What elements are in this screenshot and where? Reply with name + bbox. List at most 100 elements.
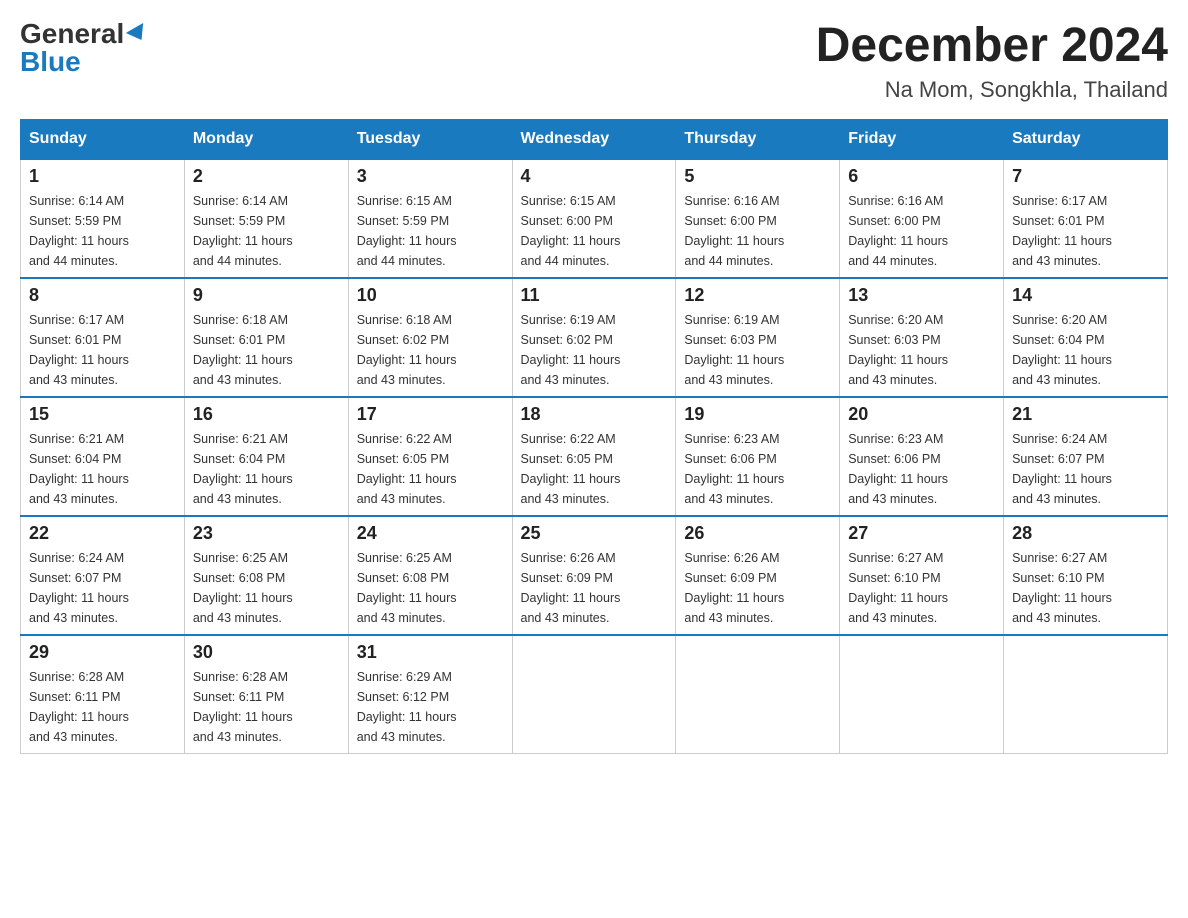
day-number: 9 bbox=[193, 285, 340, 306]
calendar-table: SundayMondayTuesdayWednesdayThursdayFrid… bbox=[20, 119, 1168, 754]
week-row-1: 1 Sunrise: 6:14 AMSunset: 5:59 PMDaylight… bbox=[21, 159, 1168, 278]
calendar-cell: 1 Sunrise: 6:14 AMSunset: 5:59 PMDaylight… bbox=[21, 159, 185, 278]
day-number: 15 bbox=[29, 404, 176, 425]
day-info: Sunrise: 6:28 AMSunset: 6:11 PMDaylight:… bbox=[29, 667, 176, 747]
day-info: Sunrise: 6:17 AMSunset: 6:01 PMDaylight:… bbox=[1012, 191, 1159, 271]
day-info: Sunrise: 6:25 AMSunset: 6:08 PMDaylight:… bbox=[357, 548, 504, 628]
day-number: 1 bbox=[29, 166, 176, 187]
logo-arrow-icon bbox=[126, 23, 150, 45]
page-header: General Blue December 2024 Na Mom, Songk… bbox=[20, 20, 1168, 103]
calendar-cell: 10Sunrise: 6:18 AMSunset: 6:02 PMDayligh… bbox=[348, 278, 512, 397]
day-number: 19 bbox=[684, 404, 831, 425]
calendar-cell bbox=[840, 635, 1004, 754]
day-number: 22 bbox=[29, 523, 176, 544]
day-number: 16 bbox=[193, 404, 340, 425]
calendar-cell: 30 Sunrise: 6:28 AMSunset: 6:11 PMDayligh… bbox=[184, 635, 348, 754]
day-number: 11 bbox=[521, 285, 668, 306]
day-number: 26 bbox=[684, 523, 831, 544]
calendar-cell: 19 Sunrise: 6:23 AMSunset: 6:06 PMDayligh… bbox=[676, 397, 840, 516]
day-info: Sunrise: 6:17 AMSunset: 6:01 PMDaylight:… bbox=[29, 310, 176, 390]
calendar-cell: 6Sunrise: 6:16 AMSunset: 6:00 PMDaylight… bbox=[840, 159, 1004, 278]
calendar-cell: 20 Sunrise: 6:23 AMSunset: 6:06 PMDayligh… bbox=[840, 397, 1004, 516]
header-tuesday: Tuesday bbox=[348, 119, 512, 159]
calendar-cell: 13 Sunrise: 6:20 AMSunset: 6:03 PMDayligh… bbox=[840, 278, 1004, 397]
calendar-cell: 26 Sunrise: 6:26 AMSunset: 6:09 PMDayligh… bbox=[676, 516, 840, 635]
day-info: Sunrise: 6:19 AMSunset: 6:03 PMDaylight:… bbox=[684, 310, 831, 390]
calendar-cell bbox=[512, 635, 676, 754]
logo: General Blue bbox=[20, 20, 148, 76]
day-number: 30 bbox=[193, 642, 340, 663]
logo-general-text: General bbox=[20, 20, 124, 48]
day-info: Sunrise: 6:14 AMSunset: 5:59 PMDaylight:… bbox=[29, 191, 176, 271]
day-number: 2 bbox=[193, 166, 340, 187]
day-info: Sunrise: 6:20 AMSunset: 6:04 PMDaylight:… bbox=[1012, 310, 1159, 390]
calendar-cell: 7 Sunrise: 6:17 AMSunset: 6:01 PMDaylight… bbox=[1004, 159, 1168, 278]
calendar-cell: 12 Sunrise: 6:19 AMSunset: 6:03 PMDayligh… bbox=[676, 278, 840, 397]
calendar-cell: 5Sunrise: 6:16 AMSunset: 6:00 PMDaylight… bbox=[676, 159, 840, 278]
header-thursday: Thursday bbox=[676, 119, 840, 159]
calendar-cell bbox=[1004, 635, 1168, 754]
calendar-cell: 22 Sunrise: 6:24 AMSunset: 6:07 PMDayligh… bbox=[21, 516, 185, 635]
calendar-cell: 3 Sunrise: 6:15 AMSunset: 5:59 PMDaylight… bbox=[348, 159, 512, 278]
header-sunday: Sunday bbox=[21, 119, 185, 159]
calendar-cell: 29Sunrise: 6:28 AMSunset: 6:11 PMDayligh… bbox=[21, 635, 185, 754]
week-row-5: 29Sunrise: 6:28 AMSunset: 6:11 PMDayligh… bbox=[21, 635, 1168, 754]
day-info: Sunrise: 6:16 AMSunset: 6:00 PMDaylight:… bbox=[848, 191, 995, 271]
day-number: 27 bbox=[848, 523, 995, 544]
calendar-cell: 16 Sunrise: 6:21 AMSunset: 6:04 PMDayligh… bbox=[184, 397, 348, 516]
day-number: 31 bbox=[357, 642, 504, 663]
title-block: December 2024 Na Mom, Songkhla, Thailand bbox=[816, 20, 1168, 103]
calendar-cell: 9 Sunrise: 6:18 AMSunset: 6:01 PMDaylight… bbox=[184, 278, 348, 397]
week-row-3: 15 Sunrise: 6:21 AMSunset: 6:04 PMDayligh… bbox=[21, 397, 1168, 516]
day-info: Sunrise: 6:15 AMSunset: 6:00 PMDaylight:… bbox=[521, 191, 668, 271]
day-info: Sunrise: 6:22 AMSunset: 6:05 PMDaylight:… bbox=[357, 429, 504, 509]
day-number: 8 bbox=[29, 285, 176, 306]
day-info: Sunrise: 6:24 AMSunset: 6:07 PMDaylight:… bbox=[1012, 429, 1159, 509]
calendar-cell: 14Sunrise: 6:20 AMSunset: 6:04 PMDayligh… bbox=[1004, 278, 1168, 397]
day-number: 28 bbox=[1012, 523, 1159, 544]
day-info: Sunrise: 6:27 AMSunset: 6:10 PMDaylight:… bbox=[848, 548, 995, 628]
day-info: Sunrise: 6:25 AMSunset: 6:08 PMDaylight:… bbox=[193, 548, 340, 628]
day-info: Sunrise: 6:23 AMSunset: 6:06 PMDaylight:… bbox=[684, 429, 831, 509]
day-info: Sunrise: 6:28 AMSunset: 6:11 PMDaylight:… bbox=[193, 667, 340, 747]
day-info: Sunrise: 6:20 AMSunset: 6:03 PMDaylight:… bbox=[848, 310, 995, 390]
day-number: 13 bbox=[848, 285, 995, 306]
day-number: 24 bbox=[357, 523, 504, 544]
calendar-cell: 27 Sunrise: 6:27 AMSunset: 6:10 PMDayligh… bbox=[840, 516, 1004, 635]
day-number: 4 bbox=[521, 166, 668, 187]
header-row: SundayMondayTuesdayWednesdayThursdayFrid… bbox=[21, 119, 1168, 159]
calendar-cell: 17 Sunrise: 6:22 AMSunset: 6:05 PMDayligh… bbox=[348, 397, 512, 516]
logo-blue-text: Blue bbox=[20, 48, 81, 76]
calendar-cell: 31 Sunrise: 6:29 AMSunset: 6:12 PMDayligh… bbox=[348, 635, 512, 754]
month-title: December 2024 bbox=[816, 20, 1168, 73]
calendar-cell: 8 Sunrise: 6:17 AMSunset: 6:01 PMDaylight… bbox=[21, 278, 185, 397]
calendar-cell bbox=[676, 635, 840, 754]
calendar-cell: 24 Sunrise: 6:25 AMSunset: 6:08 PMDayligh… bbox=[348, 516, 512, 635]
day-info: Sunrise: 6:26 AMSunset: 6:09 PMDaylight:… bbox=[684, 548, 831, 628]
week-row-2: 8 Sunrise: 6:17 AMSunset: 6:01 PMDaylight… bbox=[21, 278, 1168, 397]
day-info: Sunrise: 6:24 AMSunset: 6:07 PMDaylight:… bbox=[29, 548, 176, 628]
day-number: 21 bbox=[1012, 404, 1159, 425]
day-number: 3 bbox=[357, 166, 504, 187]
day-info: Sunrise: 6:19 AMSunset: 6:02 PMDaylight:… bbox=[521, 310, 668, 390]
day-number: 12 bbox=[684, 285, 831, 306]
calendar-cell: 4 Sunrise: 6:15 AMSunset: 6:00 PMDaylight… bbox=[512, 159, 676, 278]
day-number: 17 bbox=[357, 404, 504, 425]
header-wednesday: Wednesday bbox=[512, 119, 676, 159]
day-info: Sunrise: 6:18 AMSunset: 6:02 PMDaylight:… bbox=[357, 310, 504, 390]
calendar-cell: 23Sunrise: 6:25 AMSunset: 6:08 PMDayligh… bbox=[184, 516, 348, 635]
calendar-cell: 21 Sunrise: 6:24 AMSunset: 6:07 PMDayligh… bbox=[1004, 397, 1168, 516]
day-info: Sunrise: 6:29 AMSunset: 6:12 PMDaylight:… bbox=[357, 667, 504, 747]
day-info: Sunrise: 6:15 AMSunset: 5:59 PMDaylight:… bbox=[357, 191, 504, 271]
day-info: Sunrise: 6:22 AMSunset: 6:05 PMDaylight:… bbox=[521, 429, 668, 509]
day-info: Sunrise: 6:16 AMSunset: 6:00 PMDaylight:… bbox=[684, 191, 831, 271]
day-info: Sunrise: 6:23 AMSunset: 6:06 PMDaylight:… bbox=[848, 429, 995, 509]
day-info: Sunrise: 6:18 AMSunset: 6:01 PMDaylight:… bbox=[193, 310, 340, 390]
calendar-cell: 25Sunrise: 6:26 AMSunset: 6:09 PMDayligh… bbox=[512, 516, 676, 635]
calendar-cell: 11 Sunrise: 6:19 AMSunset: 6:02 PMDayligh… bbox=[512, 278, 676, 397]
calendar-cell: 18Sunrise: 6:22 AMSunset: 6:05 PMDayligh… bbox=[512, 397, 676, 516]
day-info: Sunrise: 6:21 AMSunset: 6:04 PMDaylight:… bbox=[193, 429, 340, 509]
day-number: 20 bbox=[848, 404, 995, 425]
header-monday: Monday bbox=[184, 119, 348, 159]
day-number: 7 bbox=[1012, 166, 1159, 187]
